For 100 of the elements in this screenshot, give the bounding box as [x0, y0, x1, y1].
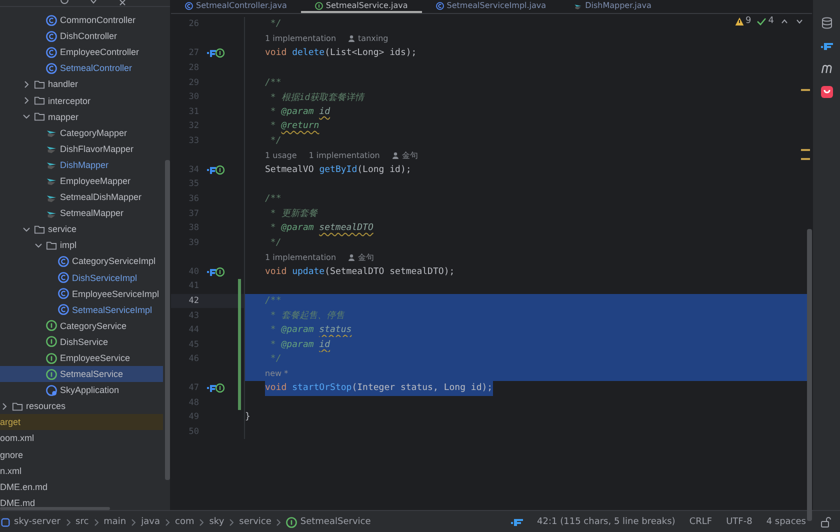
tree-item[interactable]: impl — [0, 237, 163, 254]
usage-hint[interactable]: 1 implementation — [265, 252, 336, 262]
tree-item[interactable]: DME.md — [0, 494, 163, 510]
chevron-right-icon — [94, 518, 99, 526]
warning-count[interactable]: 9 — [734, 16, 752, 26]
author-hint[interactable]: 金句 — [348, 252, 374, 263]
file-name: EmployeeController — [60, 47, 140, 58]
implementation-marker-icon[interactable] — [206, 48, 225, 58]
tree-item[interactable]: DME.en.md — [0, 478, 163, 495]
file-encoding[interactable]: UTF-8 — [726, 517, 752, 527]
tree-item[interactable]: SkyApplication — [0, 382, 163, 398]
breadcrumb-item[interactable]: sky — [209, 517, 224, 527]
file-name: resources — [26, 401, 66, 412]
tree-item[interactable]: n.xml — [0, 462, 163, 479]
chevron-right-icon — [165, 518, 170, 526]
tree-item[interactable]: EmployeeServiceImpl — [0, 286, 163, 302]
breadcrumb-item[interactable]: service — [239, 517, 272, 527]
file-name: CategoryServiceImpl — [72, 256, 156, 266]
tree-item[interactable]: SetmealServiceImpl — [0, 302, 163, 318]
check-count[interactable]: 4 — [757, 16, 774, 26]
code-token: * 根据id获取套餐详情 — [269, 92, 364, 104]
code-token: void — [265, 266, 288, 277]
maven-icon[interactable] — [820, 63, 832, 75]
tree-item[interactable]: SetmealDishMapper — [0, 189, 163, 206]
chevron-right-icon[interactable] — [0, 402, 9, 411]
caret-position[interactable]: 42:1 (115 chars, 5 line breaks) — [537, 517, 676, 527]
editor-tab[interactable]: SetmealService.java — [300, 0, 422, 13]
tree-item[interactable]: interceptor — [0, 92, 163, 109]
scrollbar[interactable] — [807, 229, 812, 521]
tree-item[interactable]: arget — [0, 414, 163, 430]
database-icon[interactable] — [820, 17, 832, 29]
file-name: CommonController — [60, 15, 136, 26]
tree-item[interactable]: handler — [0, 76, 163, 92]
tree-item[interactable]: EmployeeController — [0, 44, 163, 60]
tree-item[interactable]: DishServiceImpl — [0, 270, 163, 286]
file-name: mapper — [48, 112, 79, 122]
tree-item[interactable]: CategoryServiceImpl — [0, 253, 163, 270]
tree-item[interactable]: EmployeeMapper — [0, 172, 163, 190]
implementation-marker-icon[interactable] — [206, 383, 225, 394]
code-token: delete — [292, 48, 325, 58]
tree-item[interactable]: EmployeeService — [0, 350, 163, 366]
editor-tab[interactable]: SetmealController.java — [171, 0, 301, 13]
interface-icon — [46, 368, 57, 380]
tree-item[interactable]: SetmealMapper — [0, 205, 163, 222]
folder-icon — [34, 78, 45, 90]
scrollbar[interactable] — [0, 507, 110, 510]
file-name: SetmealController — [60, 63, 132, 74]
file-name: service — [48, 224, 77, 234]
code-token: */ — [269, 19, 282, 30]
chevron-up-icon[interactable] — [780, 16, 789, 26]
folder-icon — [12, 400, 23, 412]
person-icon — [348, 254, 356, 261]
breadcrumb-item[interactable]: src — [76, 517, 89, 527]
module-icon — [0, 516, 11, 528]
tree-item[interactable]: SetmealService — [0, 366, 163, 382]
file-name: gnore — [0, 450, 24, 460]
breadcrumb-item[interactable]: sky-server — [0, 516, 60, 528]
editor-tab[interactable]: DishMapper.java — [560, 0, 666, 13]
person-icon — [348, 35, 356, 42]
code-token: status — [319, 325, 352, 336]
usage-hint[interactable]: new * — [265, 369, 288, 378]
usage-hint[interactable]: 1 implementation — [308, 150, 380, 160]
code-token: @return — [281, 121, 320, 132]
interface-icon — [314, 2, 323, 10]
implementation-marker-icon[interactable] — [206, 266, 225, 277]
lock-icon[interactable] — [820, 516, 832, 528]
tree-item[interactable]: resources — [0, 398, 163, 414]
tree-item[interactable]: oom.xml — [0, 430, 163, 447]
folder-icon — [34, 95, 45, 106]
code-token: (Integer status, Long id); — [352, 383, 493, 394]
code-token: id — [319, 340, 330, 350]
tree-item[interactable]: CommonController — [0, 12, 163, 28]
line-separator[interactable]: CRLF — [689, 517, 712, 527]
tree-item[interactable]: CategoryMapper — [0, 124, 163, 141]
tree-item[interactable]: DishFlavorMapper — [0, 140, 163, 157]
implementation-marker-icon[interactable] — [206, 164, 225, 175]
plugin-icon[interactable] — [820, 86, 832, 98]
tree-item[interactable]: CategoryService — [0, 318, 163, 334]
tree-item[interactable]: service — [0, 221, 163, 238]
author-hint[interactable]: tanxing — [348, 34, 388, 44]
tree-item[interactable]: SetmealController — [0, 60, 163, 76]
usage-hint[interactable]: 1 implementation — [265, 34, 336, 44]
breadcrumb-item[interactable]: SetmealService — [286, 516, 371, 528]
expand-icon[interactable] — [89, 0, 98, 6]
tree-item[interactable]: DishMapper — [0, 156, 163, 173]
editor-tab[interactable]: SetmealServiceImpl.java — [422, 0, 560, 13]
tree-item[interactable]: mapper — [0, 108, 163, 125]
indent-setting[interactable]: 4 spaces — [766, 517, 806, 527]
breadcrumb-item[interactable]: java — [141, 517, 160, 527]
code-token: (Long id); — [357, 164, 412, 175]
tree-item[interactable]: DishService — [0, 334, 163, 350]
code-token: } — [245, 412, 250, 422]
usage-hint[interactable]: 1 usage — [265, 150, 297, 160]
author-hint[interactable]: 金句 — [392, 150, 418, 161]
scrollbar[interactable] — [165, 160, 170, 480]
breadcrumb-item[interactable]: com — [175, 517, 194, 527]
tree-item[interactable]: gnore — [0, 446, 163, 463]
chevron-down-icon[interactable] — [22, 112, 31, 122]
tree-item[interactable]: DishController — [0, 28, 163, 44]
breadcrumb-item[interactable]: main — [104, 517, 126, 527]
